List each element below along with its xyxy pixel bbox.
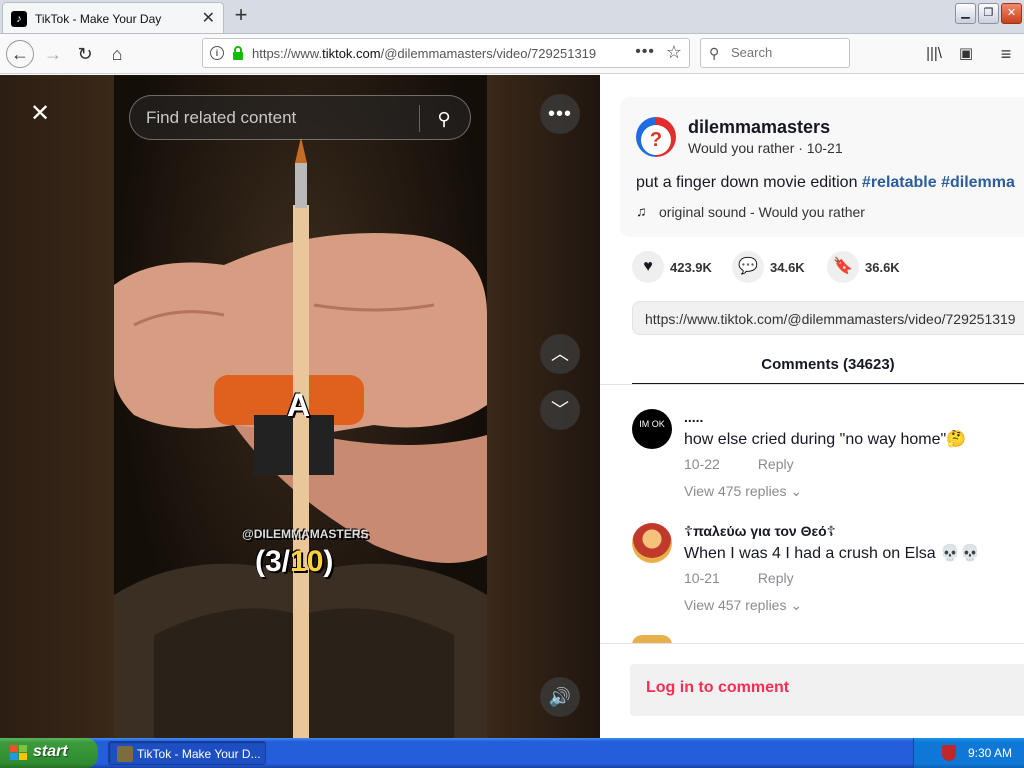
author-avatar[interactable]: ?	[636, 117, 676, 157]
replies-label: View 475 replies	[684, 483, 787, 499]
counter-number: 10	[290, 545, 324, 578]
back-arrow-icon[interactable]: ←	[6, 40, 34, 68]
post-info-card: ? dilemmamasters Would you rather · 10-2…	[620, 97, 1024, 237]
previous-video-chevron-up-icon[interactable]: ︿	[540, 334, 580, 374]
url-domain: tiktok.com	[322, 46, 381, 61]
question-mark-icon: ?	[641, 125, 671, 155]
browser-search-bar[interactable]: ⚲	[700, 38, 850, 68]
new-tab-button[interactable]: +	[228, 3, 254, 29]
library-icon[interactable]: |||\	[922, 42, 946, 66]
details-panel: ? dilemmamasters Would you rather · 10-2…	[600, 75, 1024, 738]
chevron-down-icon: ⌄	[790, 483, 803, 499]
login-to-comment-button[interactable]: Log in to comment	[630, 664, 1024, 716]
url-path: /@dilemmamasters/video/729251319	[380, 46, 597, 61]
windows-flag-icon	[10, 745, 27, 760]
save-count: 36.6K	[865, 260, 900, 275]
tiktok-favicon-icon: ♪	[11, 11, 27, 27]
comment-author[interactable]: ☦παλεύω για τον Θεό☦	[684, 523, 836, 540]
comment-date: 10-22	[684, 456, 720, 472]
counter-close: )	[323, 545, 334, 578]
login-bar: Log in to comment	[600, 643, 1024, 738]
post-link: https://www.tiktok.com/@dilemmamasters/v…	[645, 311, 1016, 327]
video-watermark: @DILEMMAMASTERS	[242, 527, 369, 541]
comment-author[interactable]: .....	[684, 409, 703, 425]
taskbar-item-label: TikTok - Make Your D...	[137, 747, 261, 761]
home-icon[interactable]: ⌂	[104, 42, 130, 66]
video-counter: (3/10)	[255, 545, 333, 579]
music-note-icon: ♫	[636, 203, 647, 219]
search-divider	[419, 105, 420, 132]
taskbar-item-browser[interactable]: TikTok - Make Your D...	[108, 741, 266, 765]
taskbar: start TikTok - Make Your D... 9:30 AM	[0, 738, 1024, 768]
lock-icon	[233, 46, 243, 60]
tab-close-icon[interactable]: ✕	[202, 8, 215, 28]
description-text: put a finger down movie edition	[636, 174, 862, 191]
browser-search-input[interactable]	[731, 45, 841, 60]
heart-icon[interactable]: ♥	[632, 251, 664, 283]
comment-bubble-icon[interactable]: 💬	[732, 251, 764, 283]
volume-icon[interactable]: 🔊	[540, 677, 580, 717]
hashtag-links[interactable]: #relatable #dilemma	[862, 174, 1015, 191]
reply-button[interactable]: Reply	[758, 570, 794, 586]
view-replies-link[interactable]: View 475 replies ⌄	[684, 483, 802, 500]
url-prefix: https://www.	[252, 46, 323, 61]
info-icon[interactable]: i	[210, 46, 224, 60]
view-replies-link[interactable]: View 457 replies ⌄	[684, 597, 802, 614]
page-actions-icon[interactable]: •••	[635, 43, 655, 61]
reply-button[interactable]: Reply	[758, 456, 794, 472]
forward-arrow-icon[interactable]: →	[40, 42, 66, 66]
browser-app-icon	[117, 746, 133, 762]
replies-label: View 457 replies	[684, 597, 787, 613]
comment-text: When I was 4 I had a crush on Elsa 💀💀	[684, 545, 980, 562]
start-label: start	[33, 743, 68, 760]
copy-link-box[interactable]: https://www.tiktok.com/@dilemmamasters/v…	[632, 301, 1024, 335]
reload-icon[interactable]: ↻	[72, 42, 98, 66]
menu-icon[interactable]: ≡	[994, 42, 1018, 66]
author-name[interactable]: dilemmamasters	[688, 117, 830, 138]
tab-bar: ♪ TikTok - Make Your Day ✕ + ▁ ❐ ✕	[0, 0, 1024, 34]
browser-tab[interactable]: ♪ TikTok - Make Your Day ✕	[2, 2, 224, 33]
next-video-chevron-down-icon[interactable]: ﹀	[540, 390, 580, 430]
search-icon: ⚲	[709, 45, 720, 61]
system-tray: 9:30 AM	[913, 738, 1024, 768]
url-text[interactable]: https://www.tiktok.com/@dilemmamasters/v…	[252, 46, 630, 61]
comment-meta: 10-22 Reply	[684, 456, 794, 472]
like-count: 423.9K	[670, 260, 712, 275]
video-caption-letter: A	[287, 387, 311, 423]
video-frame[interactable]: A @DILEMMAMASTERS (3/10)	[114, 75, 487, 738]
comment-text: how else cried during "no way home"🤔	[684, 431, 967, 448]
more-options-icon[interactable]: •••	[540, 94, 580, 134]
clock: 9:30 AM	[968, 746, 1013, 760]
comment-meta: 10-21 Reply	[684, 570, 794, 586]
nav-bar: ← → ↻ ⌂ i https://www.tiktok.com/@dilemm…	[0, 34, 1024, 74]
login-label: Log in to comment	[646, 679, 790, 696]
bookmark-icon[interactable]: 🔖	[827, 251, 859, 283]
window-close-button[interactable]: ✕	[1001, 3, 1022, 24]
sidebar-icon[interactable]: ▣	[954, 42, 978, 66]
restore-button[interactable]: ❐	[978, 3, 999, 24]
author-subtitle: Would you rather · 10-21	[688, 140, 843, 156]
related-search-input[interactable]	[146, 108, 406, 128]
comment-avatar[interactable]	[632, 523, 672, 563]
counter-open: (3/	[255, 545, 291, 578]
chevron-down-icon: ⌄	[790, 597, 803, 613]
close-video-icon[interactable]: ✕	[20, 94, 60, 134]
bookmark-star-icon[interactable]: ☆	[666, 42, 682, 63]
sound-name[interactable]: original sound - Would you rather	[659, 204, 865, 220]
minimize-button[interactable]: ▁	[955, 3, 976, 24]
comment-date: 10-21	[684, 570, 720, 586]
related-search-box[interactable]: ⚲	[129, 95, 471, 140]
url-bar[interactable]: i https://www.tiktok.com/@dilemmamasters…	[202, 38, 690, 68]
tab-comments[interactable]: Comments (34623)	[632, 349, 1024, 385]
comment-count: 34.6K	[770, 260, 805, 275]
tab-divider	[600, 384, 1024, 385]
comment-avatar[interactable]: IM OK	[632, 409, 672, 449]
video-backdrop-left	[0, 75, 114, 738]
start-button[interactable]: start	[0, 738, 98, 768]
search-icon[interactable]: ⚲	[430, 105, 458, 133]
tab-title: TikTok - Make Your Day	[35, 12, 162, 26]
post-description: put a finger down movie edition #relatab…	[636, 174, 1015, 192]
security-shield-icon[interactable]	[942, 745, 956, 761]
video-player[interactable]: A @DILEMMAMASTERS (3/10) ✕ ⚲ ••• ︿ ﹀ 🔊	[0, 75, 600, 738]
